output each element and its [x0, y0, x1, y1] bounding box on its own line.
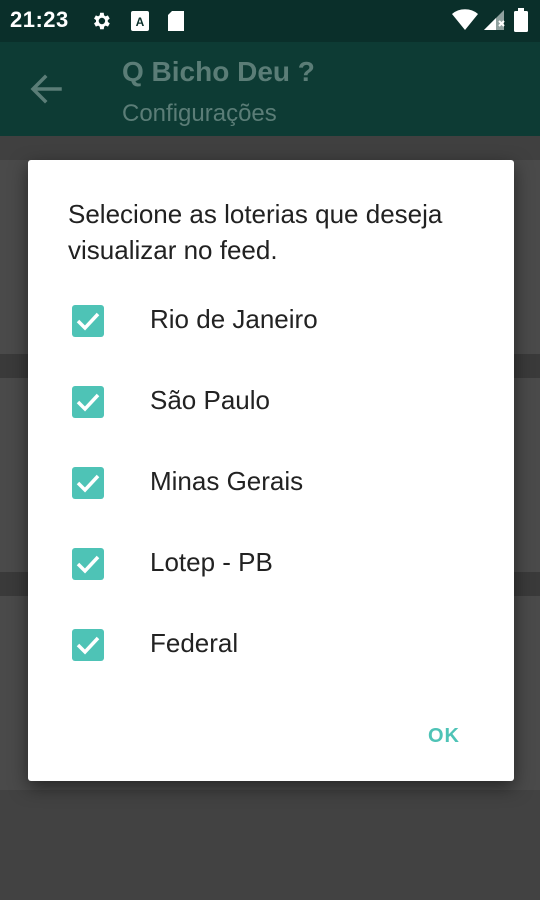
option-federal[interactable]: Federal: [28, 612, 514, 682]
option-lotep-pb[interactable]: Lotep - PB: [28, 531, 514, 601]
checkbox-checked-icon[interactable]: [72, 467, 104, 499]
option-label: São Paulo: [150, 385, 270, 415]
app-bar: Q Bicho Deu ? Configurações: [0, 42, 540, 136]
checkbox-checked-icon[interactable]: [72, 548, 104, 580]
dialog-message: Selecione as loterias que deseja visuali…: [68, 199, 443, 265]
a-icon: A: [130, 10, 150, 37]
status-time: 21:23: [10, 7, 69, 32]
option-minas-gerais[interactable]: Minas Gerais: [28, 450, 514, 520]
battery-icon: [514, 8, 528, 37]
status-bar: 21:23 A: [0, 0, 540, 42]
signal-icon: [482, 9, 506, 36]
checkbox-checked-icon[interactable]: [72, 305, 104, 337]
list-item: [0, 136, 540, 161]
empty-area: [0, 790, 540, 900]
option-label: Minas Gerais: [150, 466, 304, 496]
option-label: Federal: [150, 628, 239, 658]
option-label: Rio de Janeiro: [150, 304, 318, 334]
app-title: Q Bicho Deu ?: [122, 56, 315, 87]
sd-card-icon: [166, 10, 186, 37]
ok-button[interactable]: OK: [408, 716, 480, 756]
lottery-select-dialog: Selecione as loterias que deseja visuali…: [28, 160, 514, 781]
option-sao-paulo[interactable]: São Paulo: [28, 369, 514, 439]
checkbox-checked-icon[interactable]: [72, 386, 104, 418]
svg-text:A: A: [136, 15, 145, 29]
option-label: Lotep - PB: [150, 547, 273, 577]
wifi-icon: [452, 9, 478, 36]
option-rio-de-janeiro[interactable]: Rio de Janeiro: [28, 288, 514, 358]
checkbox-checked-icon[interactable]: [72, 629, 104, 661]
arrow-back-icon[interactable]: [30, 74, 62, 109]
gear-icon: [90, 10, 112, 37]
app-subtitle: Configurações: [122, 100, 277, 127]
